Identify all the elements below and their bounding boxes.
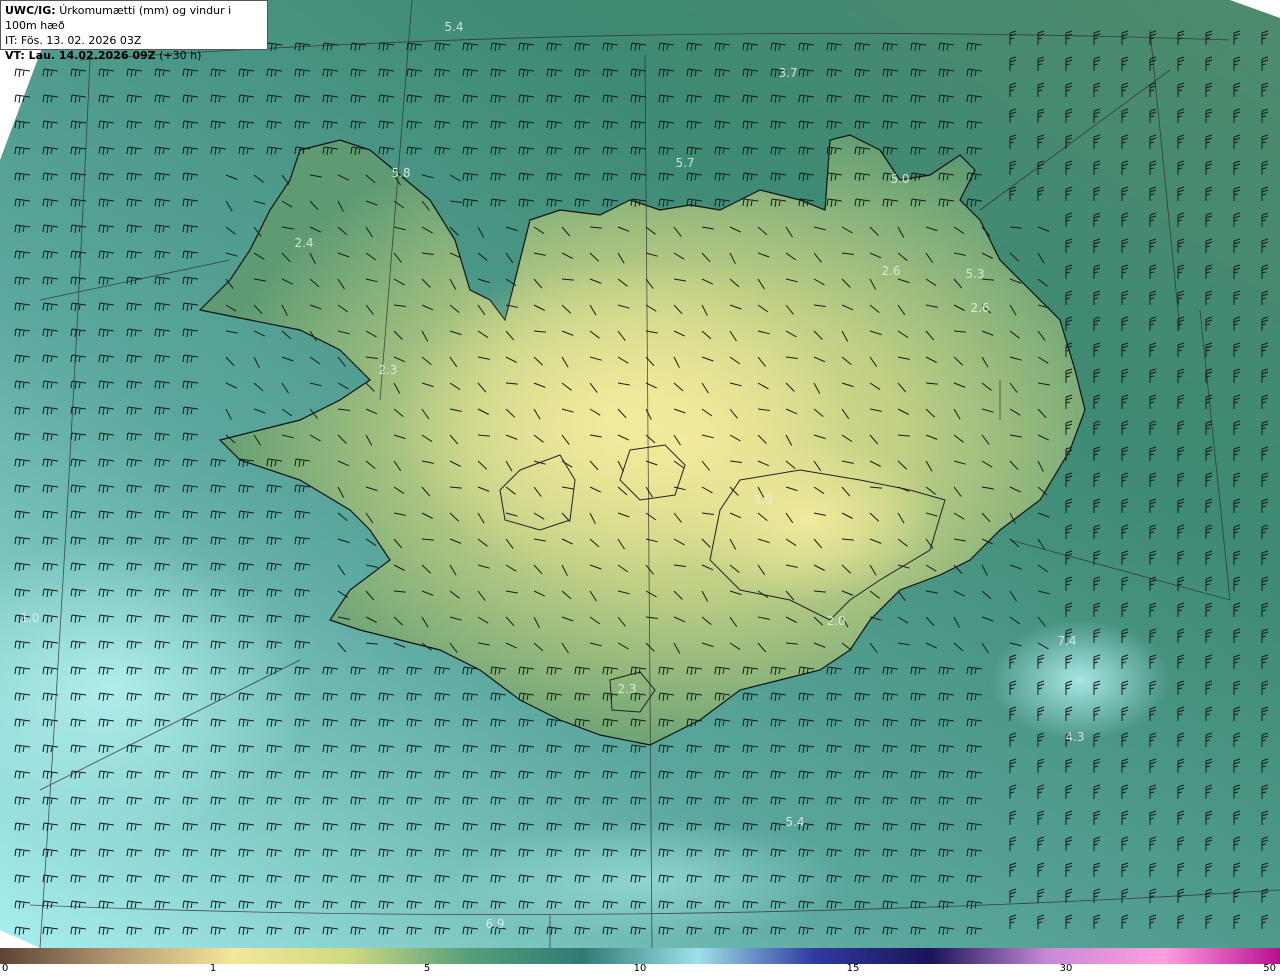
map-info-box: UWC/IG: Úrkomumætti (mm) og vindur i 100… (0, 0, 268, 62)
colorbar-tick: 15 (846, 963, 860, 974)
cyan-precip-area-south (450, 820, 850, 940)
cyan-precip-area-east (990, 620, 1170, 740)
map-value-label: 5.8 (391, 166, 410, 180)
colorbar-tick: 30 (1059, 963, 1073, 974)
colorbar-tick: 5 (423, 963, 431, 974)
map-value-label: 4.3 (1065, 730, 1084, 744)
map-value-label: 2.0 (826, 614, 845, 628)
initial-time: IT: Fös. 13. 02. 2026 03Z (5, 34, 142, 47)
map-value-label: 2.6 (970, 301, 989, 315)
map-value-label: 5.4 (444, 20, 463, 34)
colorbar-ticks: 0 1 5 10 15 30 50 (0, 962, 1280, 978)
map-value-label: 5.0 (890, 172, 909, 186)
colorbar-tick: 10 (633, 963, 647, 974)
title-line: UWC/IG: Úrkomumætti (mm) og vindur i 100… (5, 3, 263, 33)
map-value-label: 2.4 (294, 236, 313, 250)
valid-offset: (+30 h) (159, 49, 202, 62)
map-value-label: 2.6 (881, 264, 900, 278)
precipitation-wind-map: 5.4 3.7 5.7 5.8 5.0 2.4 2.6 5.3 2.6 2.3 1.0 3.9 2.3 2… (0, 0, 1280, 948)
colorbar-tick: 0 (2, 963, 9, 974)
map-value-label: 6.9 (485, 917, 504, 931)
valid-time-line: VT: Lau. 14.02.2026 09Z (+30 h) (5, 48, 263, 63)
map-value-label: 5.3 (965, 267, 984, 281)
map-value-label: 1.0 (20, 611, 39, 625)
map-value-label: 5.4 (785, 815, 804, 829)
map-value-label: 7.4 (1057, 634, 1076, 648)
model-label: UWC/IG: (5, 4, 56, 17)
map-value-label: 3.7 (778, 66, 797, 80)
map-value-label: 3.9 (753, 493, 772, 507)
map-value-label: 5.7 (675, 156, 694, 170)
map-value-label: 2.3 (378, 363, 397, 377)
colorbar-tick: 1 (209, 963, 217, 974)
colorbar-tick: 50 (1263, 963, 1276, 974)
valid-time: VT: Lau. 14.02.2026 09Z (5, 49, 156, 62)
map-value-label: 2.3 (617, 682, 636, 696)
